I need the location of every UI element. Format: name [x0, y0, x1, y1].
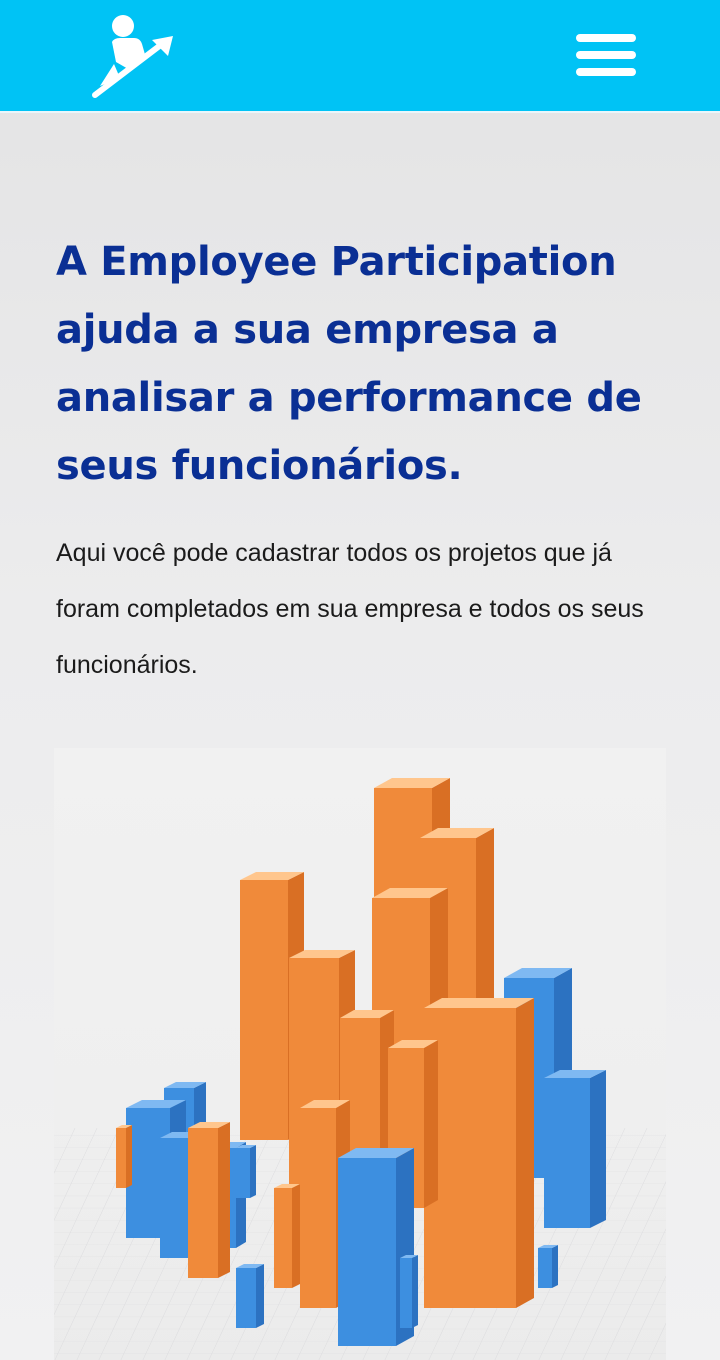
3d-bar-chart-illustration	[54, 748, 666, 1360]
bar-front-face	[472, 1008, 516, 1308]
illustration-bar	[188, 1122, 230, 1278]
bar-side-face	[292, 1184, 300, 1288]
bar-front-face	[338, 1158, 396, 1346]
bar-side-face	[218, 1122, 230, 1278]
illustration-bar	[472, 998, 534, 1308]
hamburger-menu-icon[interactable]	[574, 32, 638, 78]
bar-front-face	[236, 1268, 256, 1328]
bar-front-face	[236, 1148, 250, 1198]
bar-side-face	[552, 1245, 558, 1288]
bar-side-face	[250, 1145, 256, 1198]
bar-side-face	[126, 1125, 132, 1188]
bar-side-face	[412, 1255, 418, 1328]
bar-front-face	[116, 1128, 126, 1188]
illustration-bar	[400, 1255, 418, 1328]
illustration-bar	[236, 1145, 256, 1198]
illustration-bar	[116, 1125, 132, 1188]
menu-bar-top	[576, 34, 636, 42]
bar-front-face	[240, 880, 288, 1140]
bar-front-face	[274, 1188, 292, 1288]
illustration-bar	[236, 1264, 264, 1328]
hero-headline: A Employee Participation ajuda a sua emp…	[56, 239, 642, 489]
bar-side-face	[590, 1070, 606, 1228]
bar-front-face	[400, 1258, 412, 1328]
menu-bar-middle	[576, 51, 636, 59]
bars-group	[116, 778, 606, 1346]
illustration-bar	[544, 1070, 606, 1228]
illustration-bar	[538, 1245, 558, 1288]
bar-side-face	[256, 1264, 264, 1328]
bar-front-face	[544, 1078, 590, 1228]
illustration-canvas	[54, 778, 666, 1360]
bar-front-face	[538, 1248, 552, 1288]
bar-side-face	[424, 1040, 438, 1208]
menu-bar-bottom	[576, 68, 636, 76]
illustration-bar	[274, 1184, 300, 1288]
person-growth-arrow-icon[interactable]	[90, 12, 178, 100]
top-app-bar	[0, 0, 720, 113]
bar-front-face	[300, 1108, 336, 1308]
hero-description: Aqui você pode cadastrar todos os projet…	[56, 539, 644, 679]
bar-front-face	[188, 1128, 218, 1278]
bar-front-face	[160, 1138, 188, 1258]
bar-side-face	[516, 998, 534, 1308]
